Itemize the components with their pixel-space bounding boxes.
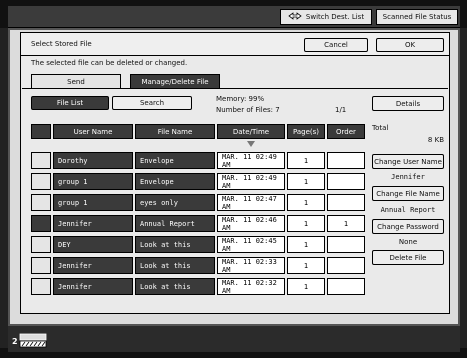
top-bar: Switch Dest. List Scanned File Status bbox=[8, 6, 460, 28]
switch-dest-list-label: Switch Dest. List bbox=[305, 13, 365, 21]
row-user-name: Jennifer bbox=[53, 278, 133, 295]
memory-status: Memory: 99% bbox=[216, 95, 265, 103]
cancel-button[interactable]: Cancel bbox=[304, 38, 368, 52]
switch-arrows-icon bbox=[288, 12, 302, 22]
current-password: None bbox=[398, 238, 418, 246]
row-file-name: Look at this bbox=[135, 236, 215, 253]
row-pages: 1 bbox=[287, 257, 325, 274]
change-user-name-button[interactable]: Change User Name bbox=[372, 154, 444, 169]
change-password-button[interactable]: Change Password bbox=[372, 219, 444, 234]
row-pages: 1 bbox=[287, 194, 325, 211]
row-order bbox=[327, 236, 365, 253]
header-pages[interactable]: Page(s) bbox=[287, 124, 325, 139]
header-file-name[interactable]: File Name bbox=[135, 124, 215, 139]
row-file-name: Annual Report bbox=[135, 215, 215, 232]
row-date-time: MAR. 11 02:32 AM bbox=[217, 278, 285, 295]
dialog-title: Select Stored File bbox=[31, 40, 92, 48]
row-file-name: Envelope bbox=[135, 173, 215, 190]
row-user-name: DEY bbox=[53, 236, 133, 253]
row-user-name: group 1 bbox=[53, 173, 133, 190]
paper-tray-icon bbox=[19, 332, 47, 350]
row-order bbox=[327, 278, 365, 295]
row-date-time: MAR. 11 02:46 AM bbox=[217, 215, 285, 232]
row-order bbox=[327, 194, 365, 211]
details-button[interactable]: Details bbox=[372, 96, 444, 111]
row-file-name: Envelope bbox=[135, 152, 215, 169]
header-date-time[interactable]: Date/Time bbox=[217, 124, 285, 139]
row-handle bbox=[31, 236, 51, 253]
row-order bbox=[327, 173, 365, 190]
row-pages: 1 bbox=[287, 236, 325, 253]
current-file-name: Annual Report bbox=[380, 206, 436, 214]
header-user-name[interactable]: User Name bbox=[53, 124, 133, 139]
row-user-name: Jennifer bbox=[53, 257, 133, 274]
row-user-name: Dorothy bbox=[53, 152, 133, 169]
tray-status: 2 bbox=[12, 330, 48, 350]
row-handle bbox=[31, 215, 51, 232]
change-file-name-button[interactable]: Change File Name bbox=[372, 186, 444, 201]
scanned-file-status-button[interactable]: Scanned File Status bbox=[376, 9, 458, 25]
tab-divider bbox=[22, 88, 448, 89]
bottom-bar bbox=[8, 326, 460, 352]
row-pages: 1 bbox=[287, 173, 325, 190]
row-handle bbox=[31, 257, 51, 274]
row-file-name: Look at this bbox=[135, 278, 215, 295]
row-user-name: group 1 bbox=[53, 194, 133, 211]
row-file-name: Look at this bbox=[135, 257, 215, 274]
header-handle bbox=[31, 124, 51, 139]
header-order[interactable]: Order bbox=[327, 124, 365, 139]
row-date-time: MAR. 11 02:47 AM bbox=[217, 194, 285, 211]
ok-button[interactable]: OK bbox=[376, 38, 444, 52]
right-frame bbox=[460, 28, 467, 348]
page-indicator: 1/1 bbox=[335, 106, 347, 114]
tab-manage-delete-file[interactable]: Manage/Delete File bbox=[130, 74, 220, 88]
total-value: 8 KB bbox=[427, 136, 444, 144]
row-handle bbox=[31, 173, 51, 190]
row-handle bbox=[31, 194, 51, 211]
row-date-time: MAR. 11 02:33 AM bbox=[217, 257, 285, 274]
row-handle bbox=[31, 278, 51, 295]
row-pages: 1 bbox=[287, 278, 325, 295]
tray-number: 2 bbox=[12, 337, 18, 346]
row-user-name: Jennifer bbox=[53, 215, 133, 232]
row-date-time: MAR. 11 02:49 AM bbox=[217, 173, 285, 190]
file-list-button[interactable]: File List bbox=[31, 96, 109, 110]
row-date-time: MAR. 11 02:45 AM bbox=[217, 236, 285, 253]
row-date-time: MAR. 11 02:49 AM bbox=[217, 152, 285, 169]
row-order: 1 bbox=[327, 215, 365, 232]
row-order bbox=[327, 257, 365, 274]
row-pages: 1 bbox=[287, 152, 325, 169]
current-user-name: Jennifer bbox=[391, 173, 425, 181]
search-button[interactable]: Search bbox=[112, 96, 192, 110]
left-frame bbox=[0, 28, 8, 348]
switch-dest-list-button[interactable]: Switch Dest. List bbox=[280, 9, 372, 25]
tab-send[interactable]: Send bbox=[31, 74, 121, 88]
delete-file-button[interactable]: Delete File bbox=[372, 250, 444, 265]
row-handle bbox=[31, 152, 51, 169]
number-of-files: Number of Files: 7 bbox=[216, 106, 280, 114]
scanned-file-status-label: Scanned File Status bbox=[382, 13, 452, 21]
dialog-message: The selected file can be deleted or chan… bbox=[31, 59, 188, 67]
sort-indicator-icon bbox=[247, 141, 255, 149]
row-order bbox=[327, 152, 365, 169]
total-label: Total bbox=[372, 124, 389, 132]
row-file-name: eyes only bbox=[135, 194, 215, 211]
row-pages: 1 bbox=[287, 215, 325, 232]
